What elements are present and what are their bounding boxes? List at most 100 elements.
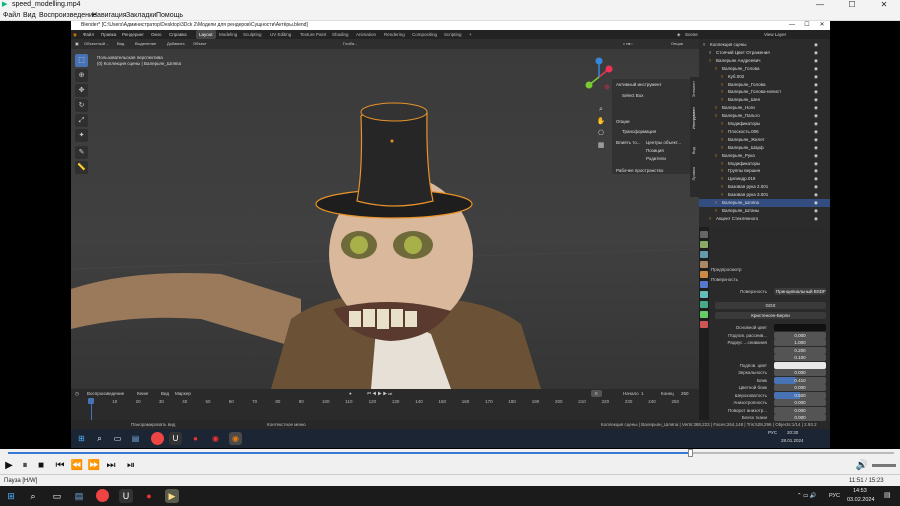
vp-menu-select[interactable]: Выделение <box>135 39 156 49</box>
record-icon[interactable]: ● <box>349 389 352 398</box>
active-tool-header[interactable]: Активный инструмент <box>616 82 662 87</box>
timeline-menu-playback[interactable]: Воспроизведение <box>87 389 124 398</box>
visibility-eye-icon[interactable]: ◉ <box>814 96 818 104</box>
app-icon[interactable]: ● <box>142 489 156 503</box>
options-header[interactable]: Опции <box>616 119 630 124</box>
vp-menu-object[interactable]: Объект <box>193 39 207 49</box>
maximize-button[interactable]: ☐ <box>840 0 864 10</box>
tab-texture-paint[interactable]: Texture Paint <box>300 30 326 39</box>
blender-maximize-button[interactable]: ☐ <box>800 21 814 30</box>
vp-menu-view[interactable]: Вид <box>117 39 124 49</box>
visibility-eye-icon[interactable]: ◉ <box>814 104 818 112</box>
tab-sculpting[interactable]: Sculpting <box>243 30 262 39</box>
outliner-item[interactable]: ▿ Валерьян_Пальто ◉ <box>699 112 830 120</box>
outliner-item[interactable]: ▿ Базовая рука 3.001 ◉ <box>699 191 830 199</box>
options-dropdown[interactable]: Опции <box>671 39 683 49</box>
start-frame-field[interactable]: 1 <box>641 389 644 398</box>
timeline-menu-view[interactable]: Вид <box>161 389 169 398</box>
viewport-shading-icons[interactable]: ◐◑●○ <box>623 39 633 49</box>
bl-menu-edit[interactable]: Правка <box>101 30 116 39</box>
menu-view[interactable]: Вид <box>23 10 36 21</box>
visibility-eye-icon[interactable]: ◉ <box>814 167 818 175</box>
sss-method-dropdown[interactable]: Кристенсен-Берли <box>715 312 826 319</box>
outliner-item[interactable]: ▿ Валерьян_Голова-нелист ◉ <box>699 88 830 96</box>
outliner-item[interactable]: ▿ Цилиндр.019 ◉ <box>699 175 830 183</box>
mode-selector[interactable]: Объектный ... <box>84 39 109 49</box>
forward-button[interactable]: ⏩ <box>87 457 101 474</box>
current-frame-field[interactable]: 0 <box>591 390 602 397</box>
inner-taskview-icon[interactable]: ▭ <box>111 432 124 445</box>
previous-button[interactable]: ⏮ <box>53 457 67 474</box>
blender-close-button[interactable]: ✕ <box>815 21 829 30</box>
visibility-eye-icon[interactable]: ◉ <box>814 120 818 128</box>
menu-bookmarks[interactable]: Закладки <box>126 10 156 21</box>
grid-icon[interactable]: ▦ <box>596 141 606 151</box>
scene-selector[interactable]: Scene <box>685 30 698 39</box>
rotate-tool-icon[interactable]: ↻ <box>75 99 88 112</box>
inner-search-icon[interactable]: ⌕ <box>93 432 106 445</box>
stop-button[interactable]: ■ <box>34 457 48 474</box>
physics-props-icon[interactable] <box>700 291 708 298</box>
view-layer-selector[interactable]: View Layer <box>764 30 786 39</box>
inner-explorer-icon[interactable]: ▤ <box>129 432 142 445</box>
zoom-icon[interactable]: ⌕ <box>596 105 606 115</box>
inner-app-icon[interactable]: ● <box>189 432 202 445</box>
tray-icons[interactable]: ⌃ ▭ 🔊 <box>797 491 817 501</box>
tab-scripting[interactable]: Scripting <box>444 30 462 39</box>
inner-blender-icon[interactable]: ◉ <box>229 432 242 445</box>
menu-file[interactable]: Файл <box>3 10 20 21</box>
inner-unreal-icon[interactable]: U <box>169 432 182 445</box>
unreal-icon[interactable]: U <box>119 489 133 503</box>
tab-animation[interactable]: Animation <box>356 30 376 39</box>
editor-type-icon[interactable]: ▣ <box>75 39 79 49</box>
outliner-item[interactable]: ▿ Валерьян_Голова ◉ <box>699 81 830 89</box>
outliner-item[interactable]: ▿ Базовая рука 2.001 ◉ <box>699 183 830 191</box>
timeline-track[interactable]: 0102030405060708090100110120130140150160… <box>71 398 699 420</box>
3d-viewport[interactable]: ⬚ ⊕ ✥ ↻ ⤢ ✦ ✎ 📏 Пользовательская перспек… <box>71 49 699 389</box>
outliner-item[interactable]: ▿ Валерьян_Шея ◉ <box>699 96 830 104</box>
preview-section[interactable]: Предпросмотр <box>711 265 829 274</box>
visibility-eye-icon[interactable]: ◉ <box>814 175 818 183</box>
visibility-eye-icon[interactable]: ◉ <box>814 73 818 81</box>
visibility-eye-icon[interactable]: ◉ <box>814 41 818 49</box>
data-props-icon[interactable] <box>700 311 708 318</box>
distribution-dropdown[interactable]: GGX <box>715 302 826 309</box>
affect-origins-checkbox[interactable]: Центры объект... <box>646 140 681 145</box>
move-tool-icon[interactable]: ✥ <box>75 84 88 97</box>
outliner-item[interactable]: ▿ Валерьян Андреевич ◉ <box>699 57 830 65</box>
transform-tool-icon[interactable]: ✦ <box>75 129 88 142</box>
outliner-item[interactable]: ▿ Валерьян_Шарф ◉ <box>699 144 830 152</box>
inner-start-icon[interactable]: ⊞ <box>75 432 88 445</box>
transform-orientation-selector[interactable]: Глоба... <box>343 39 357 49</box>
visibility-eye-icon[interactable]: ◉ <box>814 183 818 191</box>
visibility-eye-icon[interactable]: ◉ <box>814 199 818 207</box>
search-icon[interactable]: ⌕ <box>26 489 40 503</box>
tool-props-icon[interactable] <box>700 231 708 238</box>
constraint-props-icon[interactable] <box>700 301 708 308</box>
bl-menu-file[interactable]: Файл <box>83 30 94 39</box>
visibility-eye-icon[interactable]: ◉ <box>814 112 818 120</box>
next-button[interactable]: ⏭ <box>104 457 118 474</box>
workspace-header[interactable]: Рабочее пространство <box>616 168 663 173</box>
tab-rendering[interactable]: Rendering <box>384 30 405 39</box>
visibility-eye-icon[interactable]: ◉ <box>814 152 818 160</box>
volume-icon[interactable]: 🔊 <box>855 457 869 474</box>
volume-slider[interactable] <box>872 464 896 467</box>
cursor-tool-icon[interactable]: ⊕ <box>75 69 88 82</box>
minimize-button[interactable]: — <box>808 0 832 10</box>
outliner-item[interactable]: ▿ Валерьян_Жилет ◉ <box>699 136 830 144</box>
visibility-eye-icon[interactable]: ◉ <box>814 144 818 152</box>
add-workspace-icon[interactable]: + <box>469 30 472 39</box>
inner-lang[interactable]: РУС <box>768 430 777 435</box>
end-frame-field[interactable]: 250 <box>681 389 689 398</box>
frame-step-button[interactable]: ⏯ <box>124 457 138 474</box>
inner-recorder-icon[interactable]: ◉ <box>209 432 222 445</box>
outliner-item[interactable]: ▿ Плоскость.006 ◉ <box>699 128 830 136</box>
select-box-tool-icon[interactable]: ⬚ <box>75 54 88 67</box>
chrome-icon[interactable] <box>96 489 109 502</box>
play-button[interactable]: ▶ <box>2 457 16 474</box>
menu-playback[interactable]: Воспроизведение <box>39 10 97 21</box>
tab-layout[interactable]: Layout <box>196 30 216 39</box>
affect-locations-checkbox[interactable]: Позиция <box>646 148 664 153</box>
tab-item[interactable]: Элемент <box>691 81 696 97</box>
